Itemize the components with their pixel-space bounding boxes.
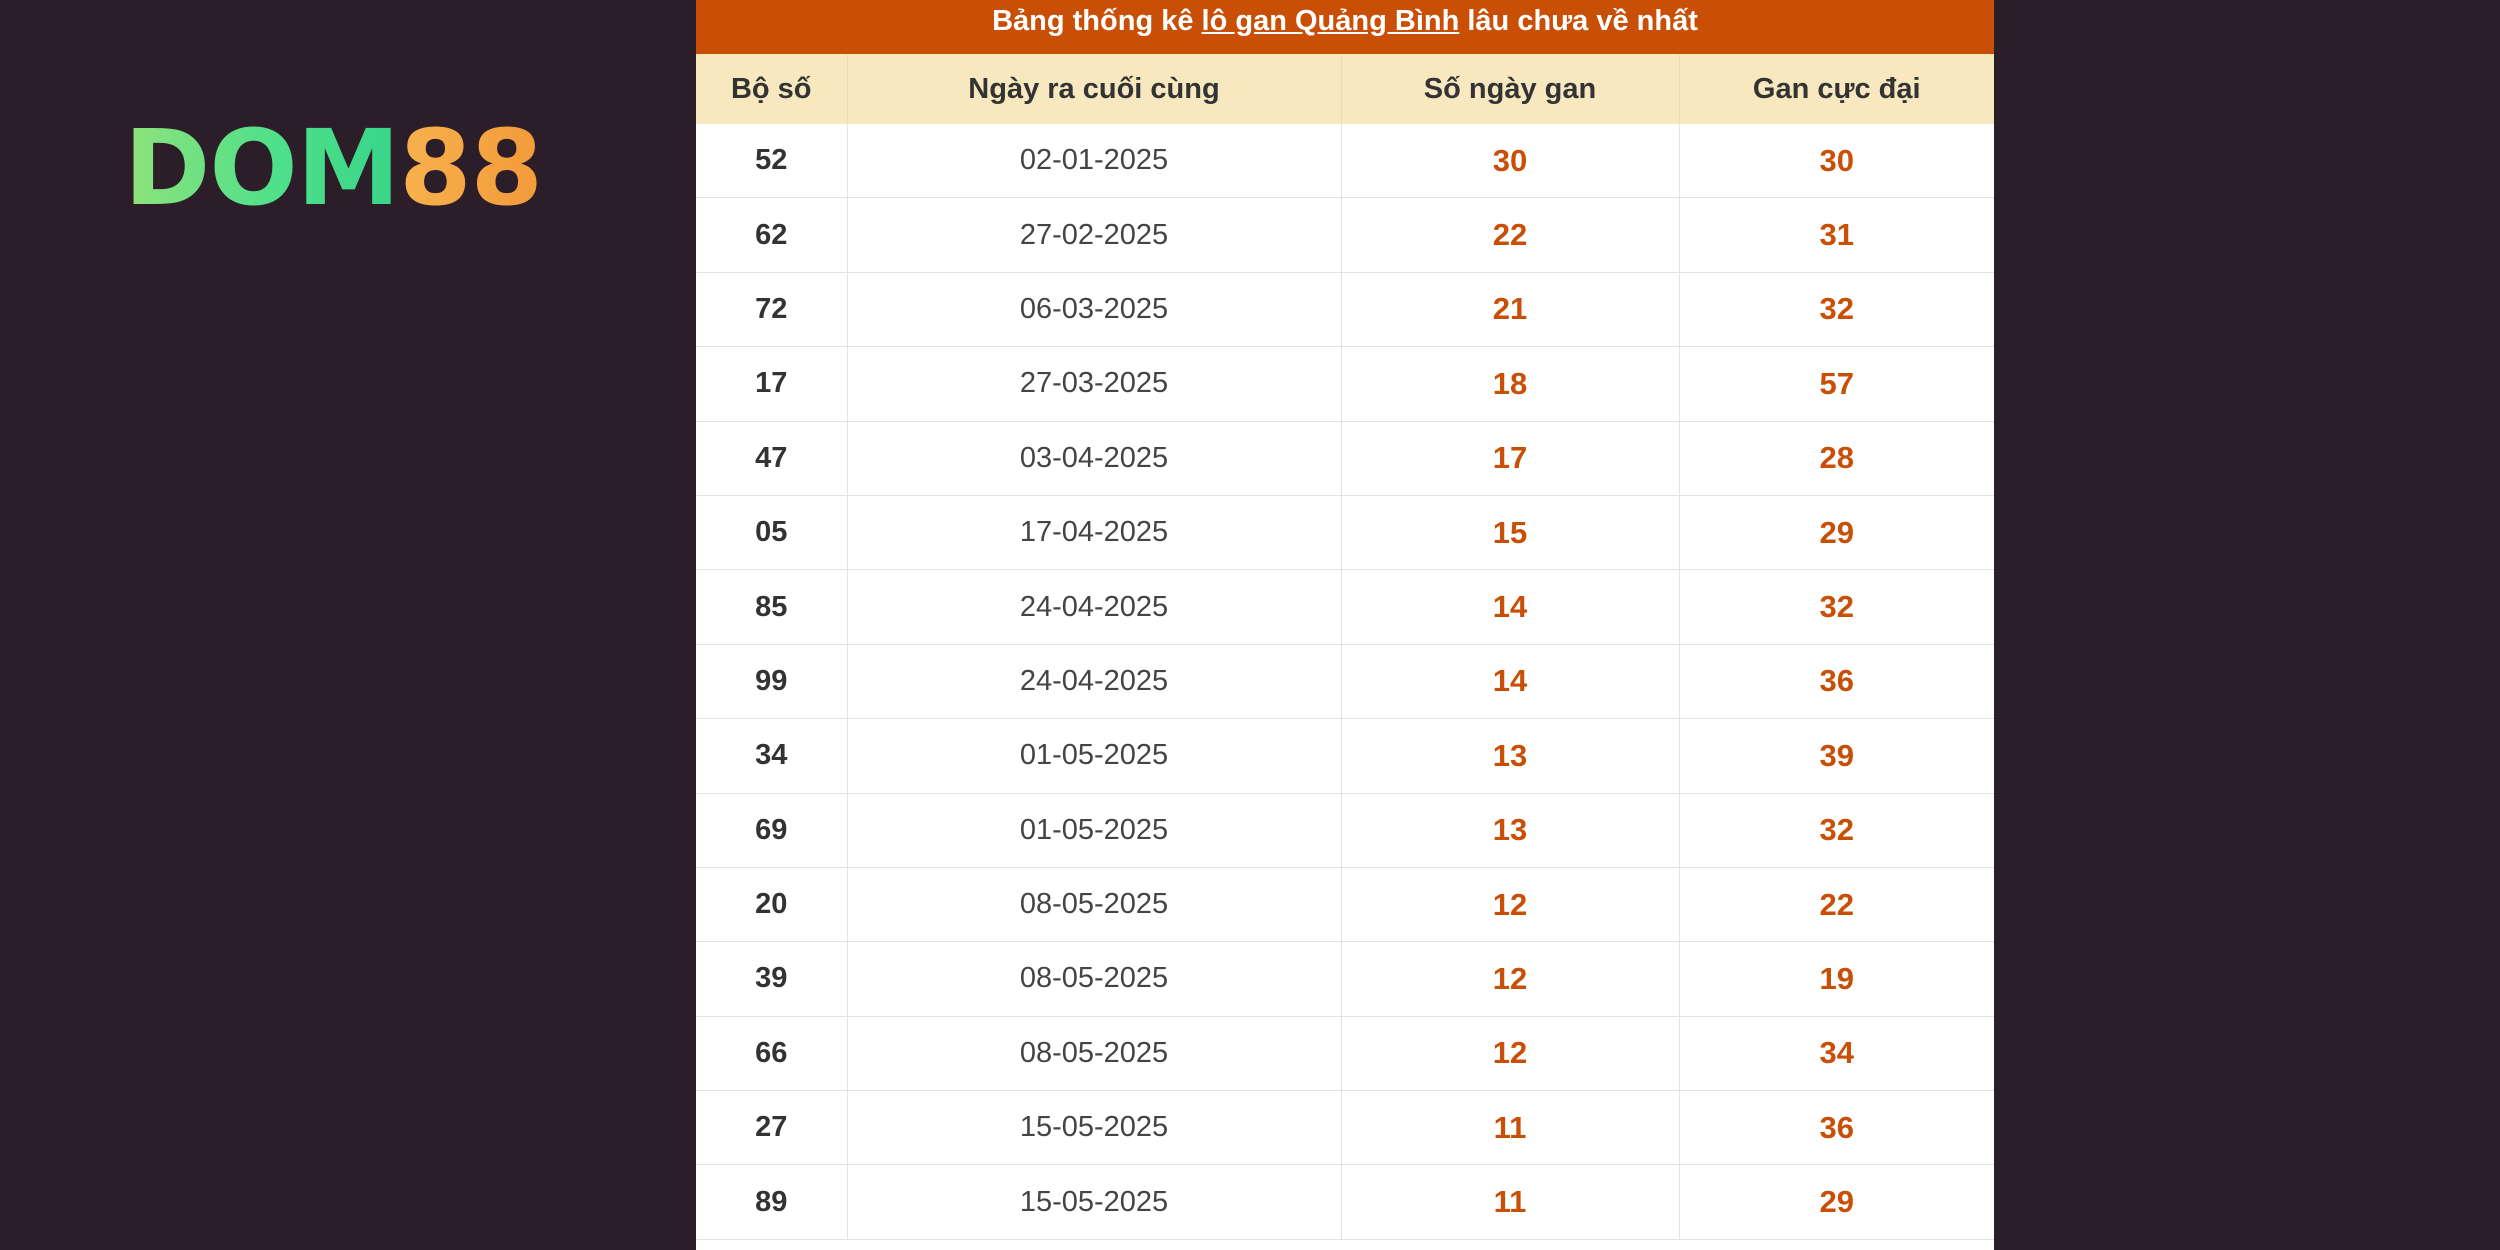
bo-so-cell: 05 — [696, 495, 848, 571]
so-ngay-gan-cell: 30 — [1341, 124, 1680, 199]
bo-so-cell: 39 — [696, 941, 848, 1017]
so-ngay-gan-cell: 13 — [1341, 718, 1680, 794]
logo-text-dom: DOM — [124, 107, 400, 229]
table-row: 99 24-04-2025 14 36 — [696, 644, 1994, 720]
bo-so-cell: 27 — [696, 1090, 848, 1166]
bo-so-cell: 99 — [696, 644, 848, 720]
table-row: 05 17-04-2025 15 29 — [696, 495, 1994, 571]
table-caption: Bảng thống kê lô gan Quảng Bình lâu chưa… — [696, 0, 1994, 54]
gan-cuc-dai-cell: 29 — [1679, 1164, 1994, 1240]
ngay-ra-cell: 03-04-2025 — [847, 421, 1342, 496]
so-ngay-gan-cell: 12 — [1341, 941, 1680, 1017]
table-row: 85 24-04-2025 14 32 — [696, 569, 1994, 645]
ngay-ra-cell: 27-03-2025 — [847, 346, 1342, 422]
gan-cuc-dai-cell: 31 — [1679, 197, 1994, 273]
table-row: 52 02-01-2025 30 30 — [696, 124, 1994, 199]
bo-so-cell: 62 — [696, 197, 848, 273]
ngay-ra-cell: 15-05-2025 — [847, 1164, 1342, 1240]
ngay-ra-cell: 08-05-2025 — [847, 1016, 1342, 1092]
logo-text-88: 88 — [399, 107, 543, 229]
so-ngay-gan-cell: 15 — [1341, 495, 1680, 571]
bo-so-cell: 85 — [696, 569, 848, 645]
table-row: 47 03-04-2025 17 28 — [696, 421, 1994, 496]
caption-link-lo-gan[interactable]: lô gan Quảng Bình — [1202, 5, 1460, 37]
ngay-ra-cell: 01-05-2025 — [847, 718, 1342, 794]
gan-cuc-dai-cell: 32 — [1679, 793, 1994, 868]
so-ngay-gan-cell: 12 — [1341, 867, 1680, 943]
so-ngay-gan-cell: 11 — [1341, 1164, 1680, 1240]
ngay-ra-cell: 01-05-2025 — [847, 793, 1342, 868]
so-ngay-gan-cell: 12 — [1341, 1016, 1680, 1092]
header-gan-cuc-dai: Gan cực đại — [1679, 54, 1994, 124]
bo-so-cell: 66 — [696, 1016, 848, 1092]
so-ngay-gan-cell: 17 — [1341, 421, 1680, 496]
table-row: 17 27-03-2025 18 57 — [696, 346, 1994, 422]
gan-cuc-dai-cell: 32 — [1679, 272, 1994, 348]
gan-cuc-dai-cell: 29 — [1679, 495, 1994, 571]
so-ngay-gan-cell: 14 — [1341, 569, 1680, 645]
ngay-ra-cell: 02-01-2025 — [847, 124, 1342, 199]
gan-cuc-dai-cell: 39 — [1679, 718, 1994, 794]
lo-gan-table: Bộ số Ngày ra cuối cùng Số ngày gan Gan … — [696, 54, 1994, 1240]
table-row: 34 01-05-2025 13 39 — [696, 718, 1994, 794]
bo-so-cell: 72 — [696, 272, 848, 348]
gan-cuc-dai-cell: 28 — [1679, 421, 1994, 496]
ngay-ra-cell: 08-05-2025 — [847, 941, 1342, 1017]
table-body: 52 02-01-2025 30 30 62 27-02-2025 22 31 72 06-03-… — [696, 124, 1994, 1240]
so-ngay-gan-cell: 14 — [1341, 644, 1680, 720]
bo-so-cell: 69 — [696, 793, 848, 868]
bo-so-cell: 89 — [696, 1164, 848, 1240]
bo-so-cell: 17 — [696, 346, 848, 422]
ngay-ra-cell: 08-05-2025 — [847, 867, 1342, 943]
gan-cuc-dai-cell: 32 — [1679, 569, 1994, 645]
table-row: 20 08-05-2025 12 22 — [696, 867, 1994, 943]
bo-so-cell: 34 — [696, 718, 848, 794]
so-ngay-gan-cell: 11 — [1341, 1090, 1680, 1166]
lo-gan-panel: Bảng thống kê lô gan Quảng Bình lâu chưa… — [696, 0, 1994, 1250]
ngay-ra-cell: 15-05-2025 — [847, 1090, 1342, 1166]
gan-cuc-dai-cell: 22 — [1679, 867, 1994, 943]
table-header-row: Bộ số Ngày ra cuối cùng Số ngày gan Gan … — [696, 54, 1994, 124]
table-row: 27 15-05-2025 11 36 — [696, 1090, 1994, 1166]
caption-suffix: lâu chưa về nhất — [1459, 5, 1698, 37]
gan-cuc-dai-cell: 30 — [1679, 124, 1994, 199]
gan-cuc-dai-cell: 34 — [1679, 1016, 1994, 1092]
ngay-ra-cell: 06-03-2025 — [847, 272, 1342, 348]
so-ngay-gan-cell: 13 — [1341, 793, 1680, 868]
header-ngay-ra-cuoi-cung: Ngày ra cuối cùng — [847, 54, 1342, 124]
dom88-logo[interactable]: DOM88 — [124, 116, 564, 220]
table-row: 62 27-02-2025 22 31 — [696, 197, 1994, 273]
table-row: 72 06-03-2025 21 32 — [696, 272, 1994, 348]
bo-so-cell: 52 — [696, 124, 848, 199]
table-row: 66 08-05-2025 12 34 — [696, 1016, 1994, 1092]
ngay-ra-cell: 17-04-2025 — [847, 495, 1342, 571]
bo-so-cell: 47 — [696, 421, 848, 496]
so-ngay-gan-cell: 21 — [1341, 272, 1680, 348]
gan-cuc-dai-cell: 36 — [1679, 1090, 1994, 1166]
ngay-ra-cell: 24-04-2025 — [847, 644, 1342, 720]
so-ngay-gan-cell: 18 — [1341, 346, 1680, 422]
ngay-ra-cell: 27-02-2025 — [847, 197, 1342, 273]
ngay-ra-cell: 24-04-2025 — [847, 569, 1342, 645]
header-bo-so: Bộ số — [696, 54, 848, 124]
gan-cuc-dai-cell: 19 — [1679, 941, 1994, 1017]
table-row: 39 08-05-2025 12 19 — [696, 941, 1994, 1017]
bo-so-cell: 20 — [696, 867, 848, 943]
table-row: 89 15-05-2025 11 29 — [696, 1164, 1994, 1240]
caption-prefix: Bảng thống kê — [992, 5, 1202, 37]
header-so-ngay-gan: Số ngày gan — [1341, 54, 1680, 124]
table-row: 69 01-05-2025 13 32 — [696, 793, 1994, 868]
so-ngay-gan-cell: 22 — [1341, 197, 1680, 273]
gan-cuc-dai-cell: 57 — [1679, 346, 1994, 422]
gan-cuc-dai-cell: 36 — [1679, 644, 1994, 720]
